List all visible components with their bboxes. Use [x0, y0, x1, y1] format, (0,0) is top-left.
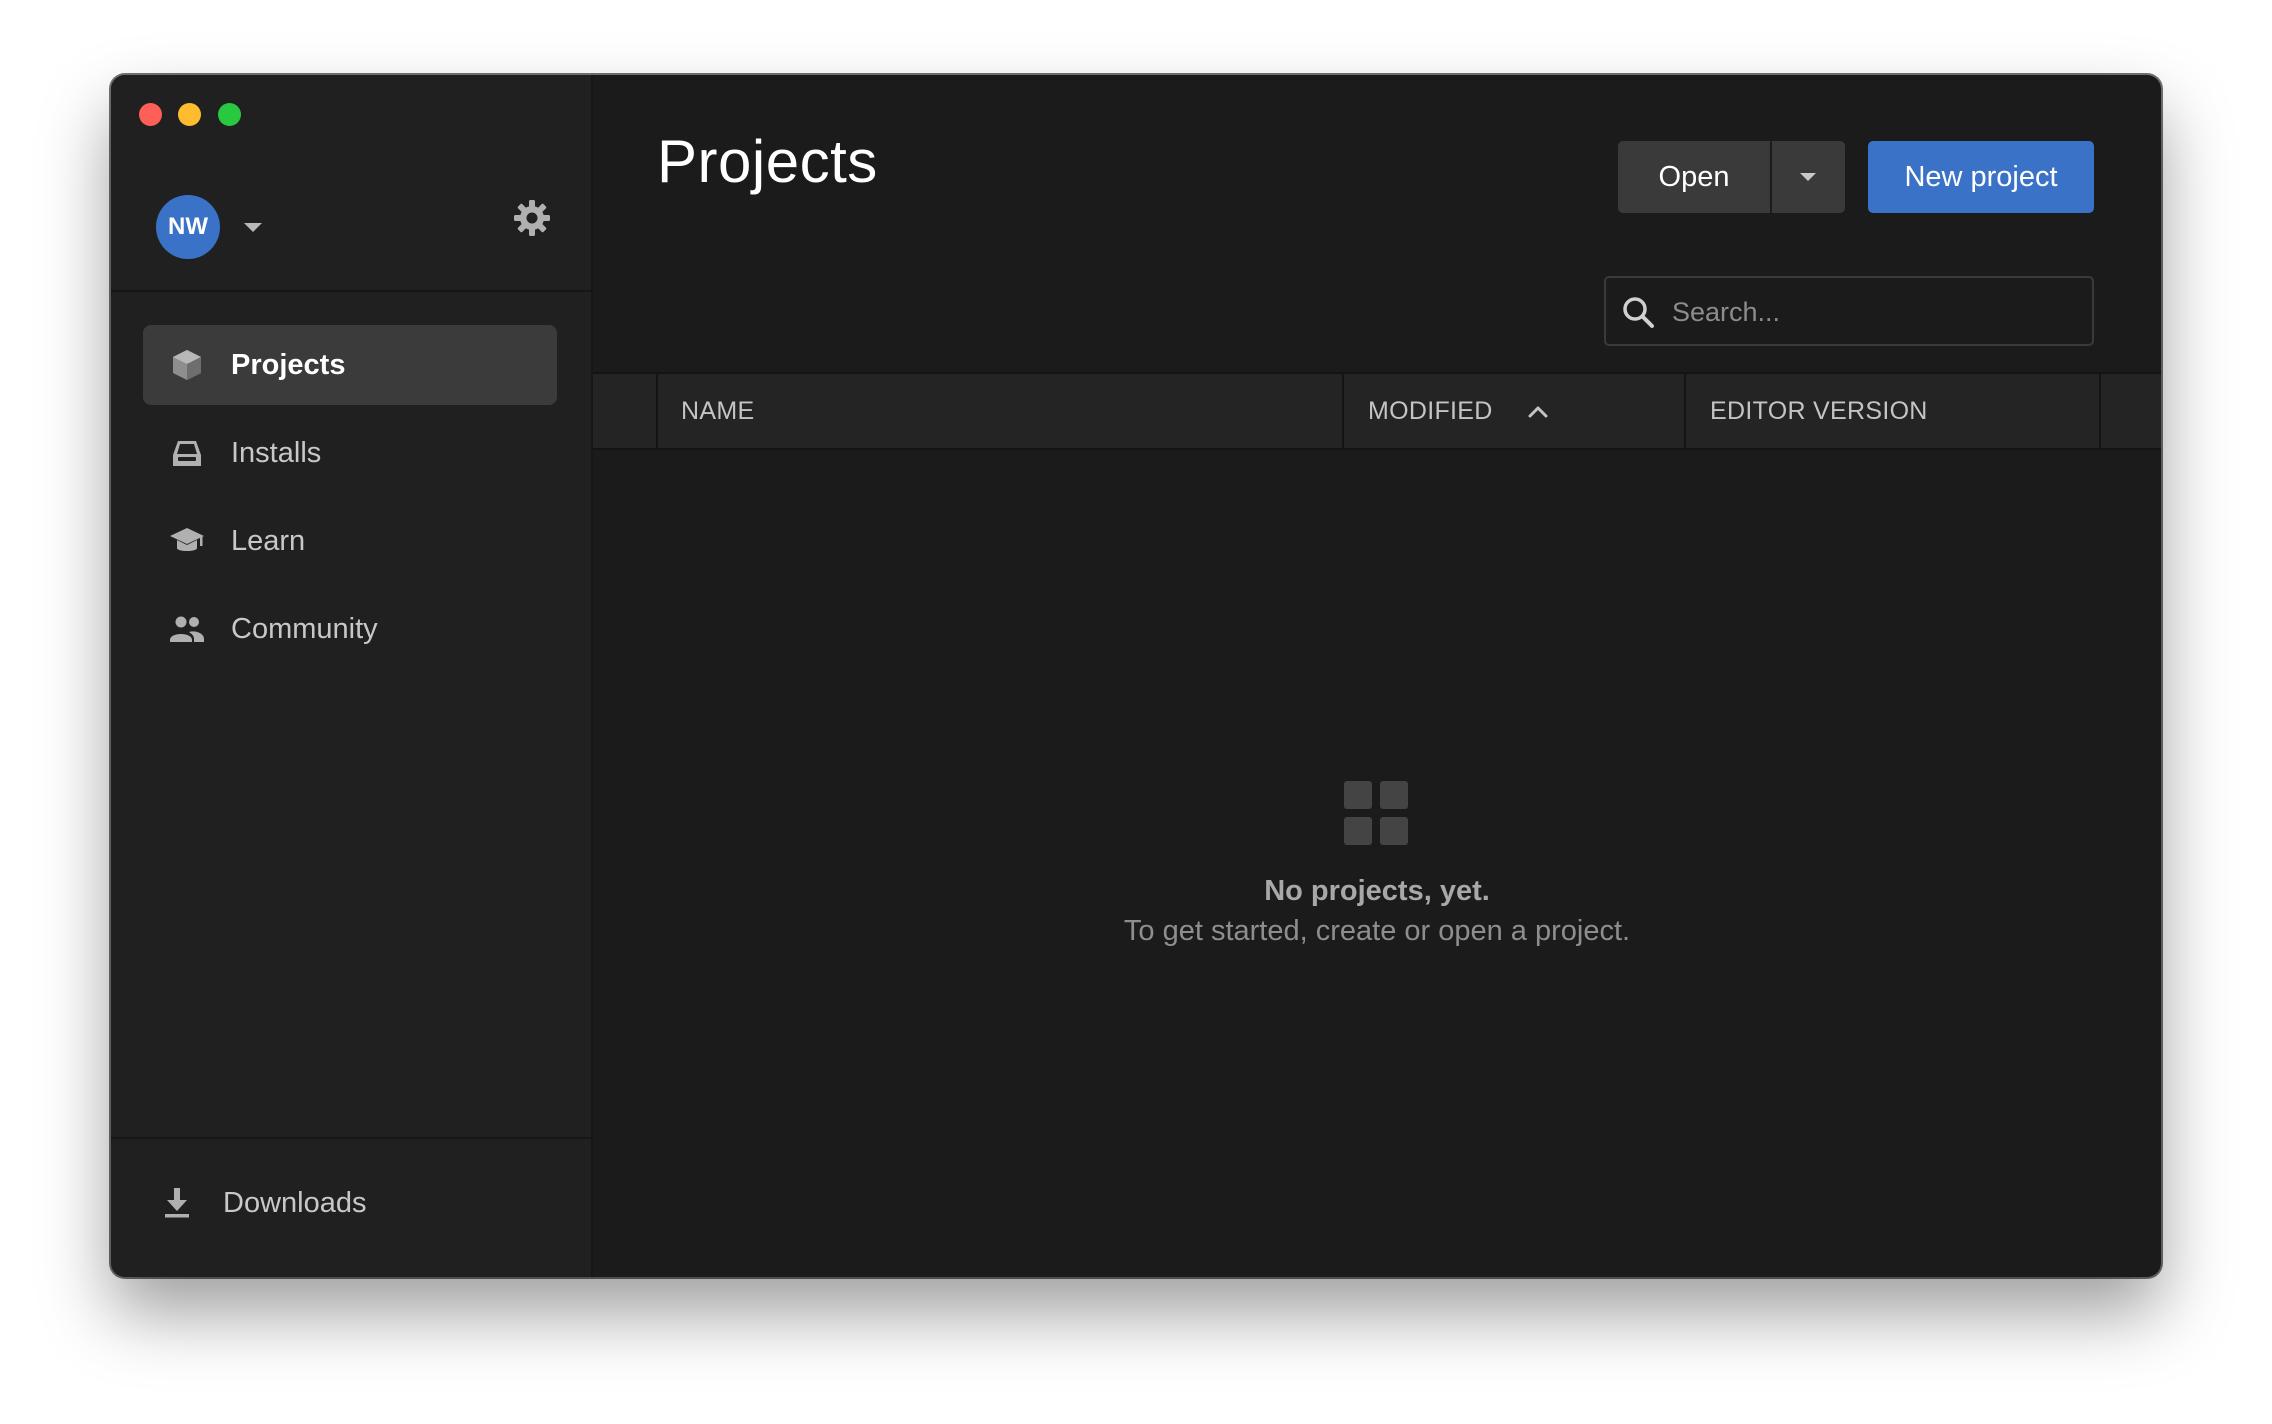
sidebar: NW Projects Installs Learn Community Dow… — [111, 75, 593, 1277]
window-minimize-button[interactable] — [178, 103, 201, 126]
sort-ascending-icon[interactable] — [1526, 402, 1550, 420]
search-input[interactable] — [1670, 278, 2074, 346]
downloads-button[interactable]: Downloads — [159, 1173, 459, 1233]
graduation-cap-icon — [170, 528, 204, 551]
sidebar-item-label: Community — [231, 613, 378, 645]
gear-icon[interactable] — [512, 198, 552, 238]
sidebar-item-learn[interactable]: Learn — [143, 501, 557, 581]
sidebar-item-label: Installs — [231, 437, 322, 469]
chevron-down-icon[interactable] — [242, 219, 264, 235]
drive-icon — [173, 441, 201, 466]
cube-icon — [173, 350, 201, 380]
column-header-modified[interactable]: MODIFIED — [1368, 374, 1493, 448]
empty-state-subtitle: To get started, create or open a project… — [1123, 915, 1631, 947]
sidebar-item-label: Learn — [231, 525, 306, 557]
column-divider — [1342, 374, 1344, 448]
sidebar-item-installs[interactable]: Installs — [143, 413, 557, 493]
sidebar-divider — [111, 1137, 591, 1139]
column-divider — [2099, 374, 2101, 448]
sidebar-item-projects[interactable]: Projects — [143, 325, 557, 405]
search-icon — [1623, 297, 1654, 328]
people-icon — [170, 616, 204, 642]
window-zoom-button[interactable] — [218, 103, 241, 126]
page-title: Projects — [657, 128, 878, 195]
downloads-label: Downloads — [223, 1187, 367, 1219]
grid-icon — [1344, 781, 1408, 845]
account-menu[interactable]: NW — [156, 195, 556, 261]
sidebar-item-community[interactable]: Community — [143, 589, 557, 669]
window-close-button[interactable] — [139, 103, 162, 126]
sidebar-item-label: Projects — [231, 349, 346, 381]
avatar[interactable]: NW — [156, 195, 220, 259]
column-divider — [656, 374, 658, 448]
search-field[interactable] — [1604, 276, 2094, 346]
column-header-name[interactable]: NAME — [681, 374, 754, 448]
chevron-down-icon — [1800, 173, 1816, 181]
column-header-editor-version[interactable]: EDITOR VERSION — [1710, 374, 1928, 448]
download-icon — [165, 1188, 189, 1218]
empty-state-title: No projects, yet. — [1264, 875, 1490, 907]
new-project-button[interactable]: New project — [1868, 141, 2094, 213]
table-header: NAME MODIFIED EDITOR VERSION — [593, 372, 2161, 450]
column-divider — [1684, 374, 1686, 448]
sidebar-divider — [111, 290, 591, 292]
open-options-button[interactable] — [1772, 141, 1845, 213]
app-window: NW Projects Installs Learn Community Dow… — [111, 75, 2161, 1277]
open-button[interactable]: Open — [1618, 141, 1770, 213]
